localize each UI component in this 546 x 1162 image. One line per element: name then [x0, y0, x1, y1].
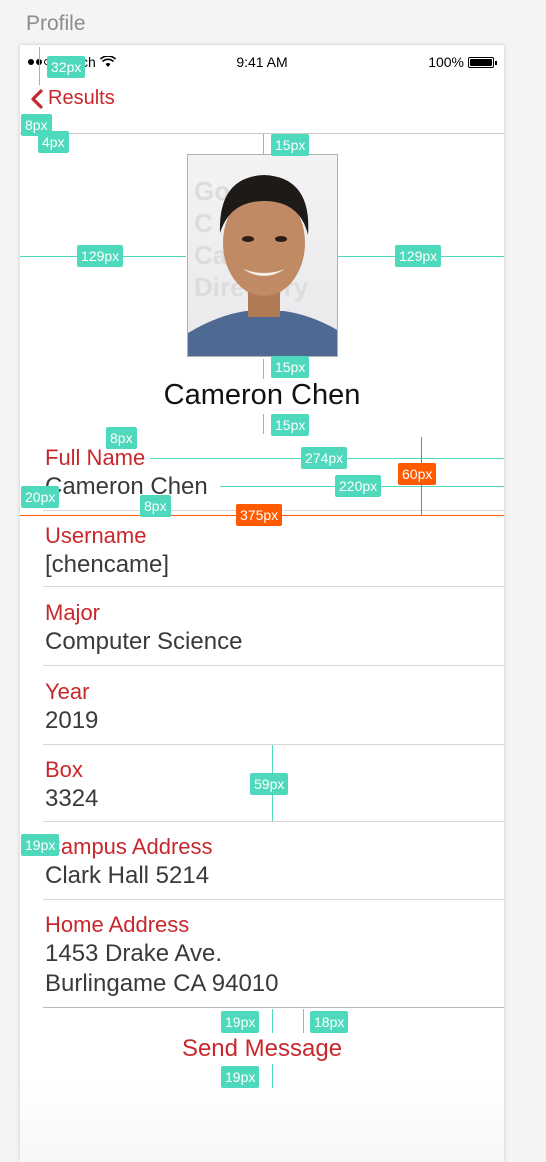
battery-percent: 100% — [428, 54, 464, 70]
measure-badge: 274px — [301, 447, 348, 469]
field-label: Home Address — [45, 912, 190, 937]
field-value: Computer Science — [45, 628, 243, 655]
separator — [43, 586, 504, 587]
field-value-line1: 1453 Drake Ave. — [45, 940, 223, 967]
measure-badge: 60px — [398, 463, 437, 485]
measure-badge: 129px — [77, 245, 124, 267]
chevron-left-icon — [31, 88, 43, 109]
separator — [43, 899, 504, 900]
measure-badge: 19px — [221, 1011, 260, 1033]
measure-badge: 220px — [335, 475, 382, 497]
measure-badge: 18px — [310, 1011, 349, 1033]
profile-photo: Gordell C Campus Directory — [187, 154, 338, 357]
field-home-address: Home Address 1453 Drake Ave. Burlingame … — [45, 911, 504, 999]
field-username: Username [chencame] — [45, 522, 504, 580]
status-bar: Sketch 9:41 AM 100% — [20, 45, 504, 77]
measure-badge: 20px — [21, 486, 60, 508]
field-value-line2: Burlingame CA 94010 — [45, 970, 279, 997]
field-major: Major Computer Science — [45, 599, 504, 657]
measure-badge: 15px — [271, 414, 310, 436]
separator — [43, 821, 504, 822]
page-label: Profile — [26, 12, 86, 35]
measure-badge: 129px — [395, 245, 442, 267]
separator — [43, 1007, 504, 1008]
battery-icon — [468, 56, 497, 68]
field-year: Year 2019 — [45, 678, 504, 736]
navigation-bar: Results — [20, 77, 504, 134]
measure-badge: 32px — [47, 56, 86, 78]
measure-badge: 15px — [271, 134, 310, 156]
bottom-area — [20, 1082, 504, 1162]
measure-badge: 15px — [271, 356, 310, 378]
field-value: Clark Hall 5214 — [45, 862, 210, 889]
phone-screen: Sketch 9:41 AM 100% Results Gordell C Ca… — [20, 45, 504, 1162]
measure-badge: 59px — [250, 773, 289, 795]
profile-name: Cameron Chen — [163, 379, 361, 411]
field-value: 2019 — [45, 707, 99, 734]
measure-badge: 8px — [140, 495, 171, 517]
back-label: Results — [48, 87, 115, 109]
field-label: Year — [45, 679, 90, 704]
field-value: [chencame] — [45, 551, 170, 578]
measure-badge: 375px — [236, 504, 283, 526]
back-button[interactable]: Results — [30, 87, 115, 110]
measure-badge: 4px — [38, 131, 69, 153]
send-message-button[interactable]: Send Message — [20, 1035, 504, 1063]
measure-badge: 8px — [106, 427, 137, 449]
portrait-image — [188, 175, 337, 356]
field-label: Major — [45, 600, 101, 625]
field-label: Username — [45, 523, 147, 548]
measure-badge: 19px — [21, 834, 60, 856]
separator — [43, 744, 504, 745]
field-campus-address: Campus Address Clark Hall 5214 — [45, 833, 504, 891]
separator — [43, 665, 504, 666]
field-label: Campus Address — [45, 834, 213, 859]
measure-badge: 19px — [221, 1066, 260, 1088]
